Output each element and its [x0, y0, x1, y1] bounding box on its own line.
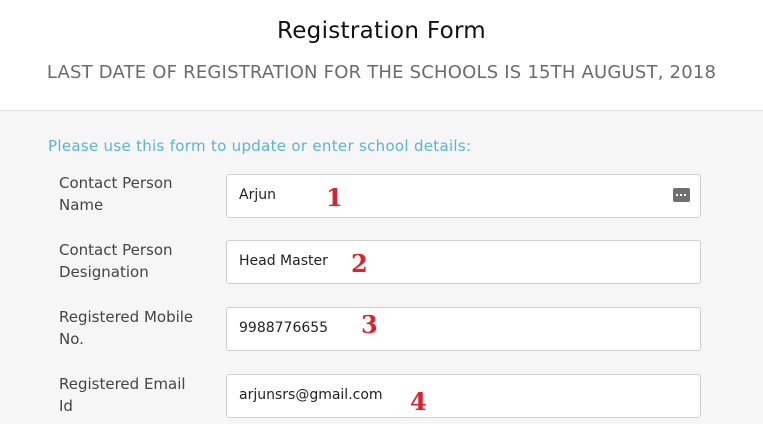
annotation-number-2: 2	[351, 249, 368, 278]
annotation-number-1: 1	[326, 183, 343, 212]
registered-email-field[interactable]: arjunsrs@gmail.com	[226, 374, 701, 418]
registration-deadline-notice: LAST DATE OF REGISTRATION FOR THE SCHOOL…	[46, 62, 717, 83]
registered-email-value: arjunsrs@gmail.com	[239, 387, 383, 403]
contact-person-name-value: Arjun	[239, 187, 276, 203]
contact-person-name-label: Contact Person Name	[59, 174, 173, 214]
registered-mobile-label: Registered Mobile No.	[59, 308, 194, 348]
page-header: Registration Form LAST DATE OF REGISTRAT…	[0, 0, 763, 111]
contact-person-designation-value: Head Master	[239, 253, 328, 269]
registered-mobile-value: 9988776655	[239, 320, 329, 336]
contact-person-designation-label: Contact Person Designation	[59, 241, 173, 281]
registration-form: Please use this form to update or enter …	[0, 111, 763, 424]
contact-person-designation-field[interactable]: Head Master	[226, 240, 701, 284]
annotation-number-3: 3	[361, 310, 378, 339]
page-title: Registration Form	[276, 18, 487, 44]
contact-person-name-field[interactable]: Arjun	[226, 174, 701, 218]
form-intro-text: Please use this form to update or enter …	[48, 137, 472, 155]
annotation-number-4: 4	[410, 387, 427, 416]
password-manager-key-icon[interactable]	[673, 188, 690, 202]
registered-email-label: Registered Email Id	[59, 375, 186, 415]
registered-mobile-field[interactable]: 9988776655	[226, 307, 701, 351]
